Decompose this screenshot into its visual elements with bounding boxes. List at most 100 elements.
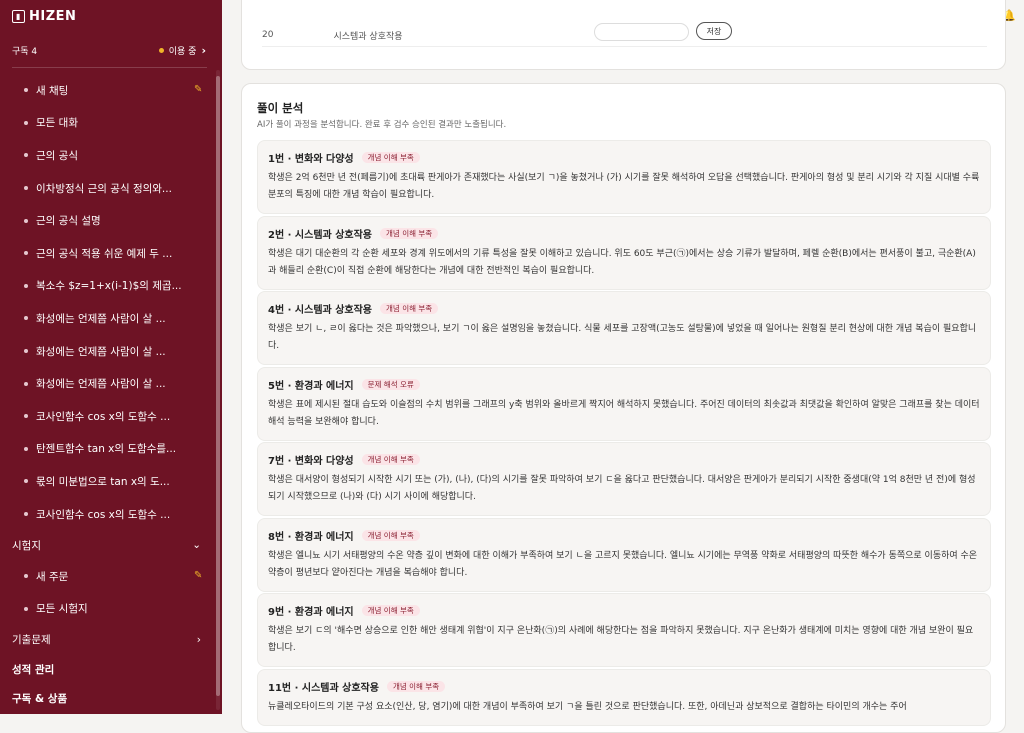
bullet-icon: [24, 606, 28, 611]
question-list-card: 20 시스템과 상호작용 저장: [241, 0, 1006, 70]
item-title: 9번 · 환경과 에너지: [268, 607, 354, 618]
sidebar-item-chat[interactable]: 화성에는 언제쯤 사람이 살 ...: [0, 335, 215, 368]
item-body: 학생은 대기 대순환의 각 순환 세포와 경계 위도에서의 기류 특성을 잘못 …: [268, 249, 976, 276]
sidebar-item-label: 근의 공식 설명: [36, 215, 101, 228]
sidebar-item-chat[interactable]: 복소수 $z=1+x(i-1)$의 제곱...: [0, 270, 215, 303]
bullet-icon: [24, 574, 28, 579]
sidebar-item-label: 코사인함수 cos x의 도함수 ...: [36, 508, 171, 521]
section-label: 시험지: [12, 539, 41, 552]
divider: [12, 67, 207, 68]
sidebar-item-label: 탄젠트함수 tan x의 도함수를...: [36, 443, 177, 456]
error-tag: 개념 이해 부족: [380, 227, 439, 240]
sidebar-item-chat[interactable]: 코사인함수 cos x의 도함수 ...: [0, 400, 215, 433]
bullet-icon: [24, 120, 28, 125]
sidebar-item-label: 모든 대화: [36, 117, 78, 130]
section-label: 구독 & 상품: [12, 693, 68, 706]
row-category: 시스템과 상호작용: [333, 31, 403, 42]
bullet-icon: [24, 512, 28, 517]
item-body: 학생은 대서양이 형성되기 시작한 시기 또는 (가), (나), (다)의 시…: [268, 475, 976, 502]
section-label: 성적 관리: [12, 663, 55, 676]
analysis-item: 5번 · 환경과 에너지 문제 해석 오류 학생은 표에 제시된 절대 습도와 이…: [257, 367, 991, 441]
sidebar-item-chat[interactable]: 탄젠트함수 tan x의 도함수를...: [0, 433, 215, 466]
analysis-item: 9번 · 환경과 에너지 개념 이해 부족 학생은 보기 ㄷ의 '해수면 상승으로…: [257, 593, 991, 667]
answer-select[interactable]: [594, 23, 689, 41]
item-body: 학생은 보기 ㄴ, ㄹ이 옳다는 것은 파악했으나, 보기 ㄱ이 옳은 설명임을…: [268, 324, 977, 351]
subscription-label: 구독 4: [12, 46, 38, 57]
error-tag: 개념 이해 부족: [361, 151, 420, 164]
sidebar-item-label: 근의 공식 적용 쉬운 예제 두 ...: [36, 247, 173, 260]
sidebar-item-label: 화성에는 언제쯤 사람이 살 ...: [36, 312, 166, 325]
item-title: 11번 · 시스템과 상호작용: [268, 683, 379, 694]
bullet-icon: [24, 186, 28, 191]
status-label: 이용 중: [168, 46, 197, 57]
item-title: 7번 · 변화와 다양성: [268, 456, 354, 467]
analysis-item: 1번 · 변화와 다양성 개념 이해 부족 학생은 2억 6천만 년 전(페름기)…: [257, 140, 991, 214]
sidebar-item-chat[interactable]: 몫의 미분법으로 tan x의 도...: [0, 465, 215, 498]
item-body: 학생은 보기 ㄷ의 '해수면 상승으로 인한 해안 생태계 위협'이 지구 온난…: [268, 626, 974, 653]
item-title: 5번 · 환경과 에너지: [268, 381, 354, 392]
error-tag: 문제 해석 오류: [361, 378, 420, 391]
sidebar-item-label: 몫의 미분법으로 tan x의 도...: [36, 475, 170, 488]
sidebar-section-grades[interactable]: 성적 관리: [0, 655, 215, 685]
sidebar: ▮ HIZEN 구독 4 이용 중 › 새 채팅 ✎ 모든 대화 근의 공식 이차…: [0, 0, 222, 714]
bullet-icon: [24, 88, 28, 93]
item-title: 8번 · 환경과 에너지: [268, 532, 354, 543]
sidebar-item-new-order[interactable]: 새 주문 ✎: [0, 560, 215, 593]
sidebar-item-label: 근의 공식: [36, 149, 78, 162]
analysis-item: 8번 · 환경과 에너지 개념 이해 부족 학생은 엘니뇨 시기 서태평양의 수온…: [257, 518, 991, 592]
sidebar-item-all-exams[interactable]: 모든 시험지: [0, 592, 215, 625]
sidebar-item-chat[interactable]: 화성에는 언제쯤 사람이 살 ...: [0, 302, 215, 335]
item-title: 2번 · 시스템과 상호작용: [268, 230, 373, 241]
error-tag: 개념 이해 부족: [361, 604, 420, 617]
sidebar-item-label: 이차방정식 근의 공식 정의와...: [36, 182, 172, 195]
item-body: 학생은 2억 6천만 년 전(페름기)에 초대륙 판게아가 존재했다는 사실(보…: [268, 173, 980, 200]
bullet-icon: [24, 381, 28, 386]
sidebar-item-label: 코사인함수 cos x의 도함수 ...: [36, 410, 171, 423]
bullet-icon: [24, 218, 28, 223]
sidebar-item-chat[interactable]: 근의 공식 적용 쉬운 예제 두 ...: [0, 237, 215, 270]
item-title: 1번 · 변화와 다양성: [268, 154, 354, 165]
sidebar-item-label: 모든 시험지: [36, 603, 88, 616]
error-tag: 개념 이해 부족: [386, 680, 446, 693]
sidebar-item-chat[interactable]: 코사인함수 cos x의 도함수 ...: [0, 498, 215, 531]
sidebar-item-chat[interactable]: 이차방정식 근의 공식 정의와...: [0, 172, 215, 205]
logo[interactable]: ▮ HIZEN: [12, 9, 76, 24]
sidebar-item-label: 복소수 $z=1+x(i-1)$의 제곱...: [36, 280, 182, 293]
sidebar-item-label: 새 채팅: [36, 84, 69, 97]
row-number: 20: [262, 30, 274, 40]
subscription-row[interactable]: 구독 4 이용 중 ›: [12, 43, 206, 57]
analysis-item: 2번 · 시스템과 상호작용 개념 이해 부족 학생은 대기 대순환의 각 순환 …: [257, 216, 991, 290]
status-dot-icon: [158, 47, 164, 53]
analysis-title: 풀이 분석: [257, 101, 304, 115]
item-body: 뉴클레오타이드의 기본 구성 요소(인산, 당, 염기)에 대한 개념이 부족하…: [268, 702, 907, 712]
sidebar-item-label: 화성에는 언제쯤 사람이 살 ...: [36, 345, 166, 358]
item-body: 학생은 표에 제시된 절대 습도와 이슬점의 수치 범위를 그래프의 y축 범위…: [268, 400, 980, 427]
bullet-icon: [24, 251, 28, 256]
item-title: 4번 · 시스템과 상호작용: [268, 305, 373, 316]
bullet-icon: [24, 446, 28, 451]
analysis-item: 11번 · 시스템과 상호작용 개념 이해 부족 뉴클레오타이드의 기본 구성 요…: [257, 669, 991, 726]
main-content: 🔔 20 시스템과 상호작용 저장 풀이 분석 AI가 풀이 과정을 분석합니다…: [222, 0, 1024, 733]
edit-icon[interactable]: ✎: [194, 570, 205, 581]
item-body: 학생은 엘니뇨 시기 서태평양의 수온 약층 깊이 변화에 대한 이해가 부족하…: [268, 551, 978, 578]
subscription-status: 이용 중 ›: [158, 43, 206, 57]
save-button[interactable]: 저장: [696, 22, 732, 40]
sidebar-nav: 새 채팅 ✎ 모든 대화 근의 공식 이차방정식 근의 공식 정의와... 근의 …: [0, 74, 215, 714]
sidebar-section-exams[interactable]: 시험지 ⌄: [0, 530, 215, 560]
sidebar-item-chat[interactable]: 근의 공식 설명: [0, 204, 215, 237]
analysis-subtitle: AI가 풀이 과정을 분석합니다. 완료 후 검수 승인된 결과만 노출됩니다.: [257, 120, 507, 130]
sidebar-item-chat[interactable]: 근의 공식: [0, 139, 215, 172]
sidebar-section-plans[interactable]: 구독 & 상품: [0, 684, 215, 714]
sidebar-item-all-chats[interactable]: 모든 대화: [0, 107, 215, 140]
bullet-icon: [24, 283, 28, 288]
divider: [262, 46, 987, 47]
bullet-icon: [24, 153, 28, 158]
analysis-item: 7번 · 변화와 다양성 개념 이해 부족 학생은 대서양이 형성되기 시작한 시…: [257, 442, 991, 516]
chevron-right-icon: ›: [201, 43, 206, 57]
sidebar-item-chat[interactable]: 화성에는 언제쯤 사람이 살 ...: [0, 367, 215, 400]
logo-text: HIZEN: [29, 9, 77, 24]
edit-icon[interactable]: ✎: [194, 84, 205, 95]
sidebar-item-new-chat[interactable]: 새 채팅 ✎: [0, 74, 215, 107]
scrollbar-thumb[interactable]: [216, 76, 220, 696]
sidebar-section-past-exams[interactable]: 기출문제 ›: [0, 625, 215, 655]
